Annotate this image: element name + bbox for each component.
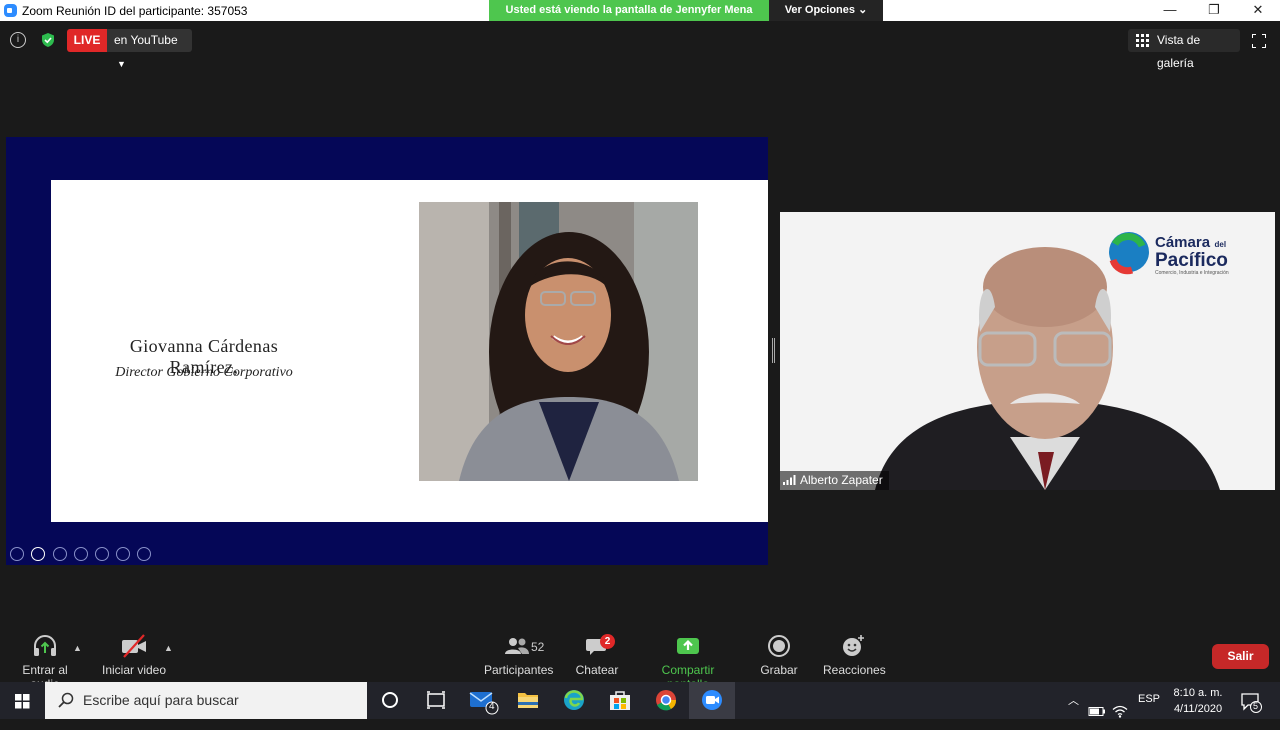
taskbar-clock[interactable]: 8:10 a. m. 4/11/2020: [1168, 685, 1228, 717]
camara-del-pacifico-logo: Cámara del Pacífico Comercio, Industria …: [1155, 234, 1229, 277]
slide-speaker-role: Director Gobierno Corporativo: [115, 365, 293, 380]
speaker-photo: [419, 202, 698, 481]
leave-meeting-button[interactable]: Salir: [1212, 644, 1269, 669]
windows-taskbar: Escribe aquí para buscar 4 ︿ ESP 8:10 a.…: [0, 682, 1280, 719]
wifi-icon[interactable]: [1112, 693, 1128, 730]
screen-share-banner: Usted está viendo la pantalla de Jennyfe…: [489, 0, 769, 21]
file-explorer-icon[interactable]: [505, 682, 551, 719]
meeting-info-icon[interactable]: i: [10, 32, 26, 48]
reactions-label: Reacciones: [823, 663, 886, 677]
live-stream-dropdown[interactable]: en YouTube ▼: [107, 29, 192, 69]
search-icon: [58, 692, 74, 708]
encryption-shield-icon[interactable]: [40, 32, 56, 48]
gallery-view-button[interactable]: Vista de galería: [1128, 29, 1240, 70]
edge-browser-icon[interactable]: [551, 682, 597, 719]
mail-badge-count: 4: [489, 701, 495, 712]
share-screen-icon: [677, 638, 699, 654]
logo-tagline: Comercio, Industria e Integración: [1155, 270, 1229, 276]
slides-icon[interactable]: [74, 547, 88, 561]
audio-options-caret[interactable]: ▲: [73, 643, 82, 653]
fullscreen-icon[interactable]: [1252, 34, 1266, 48]
headphones-icon: [34, 635, 56, 656]
input-language[interactable]: ESP: [1138, 693, 1160, 730]
participant-name-label: Alberto Zapater: [780, 471, 889, 490]
shared-screen: Giovanna Cárdenas Ramírez, Director Gobi…: [6, 137, 768, 565]
grid-icon: [1136, 34, 1149, 47]
start-video-button[interactable]: Iniciar video: [100, 634, 168, 677]
restore-button[interactable]: ❐: [1192, 0, 1236, 21]
show-hidden-icons-chevron[interactable]: ︿: [1068, 692, 1079, 729]
notifications-count: 5: [1253, 701, 1259, 711]
reactions-button[interactable]: Reacciones: [823, 634, 886, 677]
cortana-icon[interactable]: [367, 682, 413, 719]
logo-suffix: del: [1214, 240, 1227, 249]
zoom-app-icon: [4, 4, 17, 17]
participant-name: Alberto Zapater: [800, 473, 883, 487]
logo-line2: Pacífico: [1155, 250, 1228, 271]
start-video-label: Iniciar video: [101, 663, 167, 677]
zoom-taskbar-icon[interactable]: [689, 682, 735, 719]
chat-unread-badge: 2: [600, 634, 615, 649]
minimize-button[interactable]: —: [1148, 0, 1192, 21]
record-icon: [768, 635, 790, 657]
live-badge[interactable]: LIVE: [67, 29, 107, 52]
windows-start-icon[interactable]: [0, 682, 45, 719]
more-options-icon[interactable]: [137, 547, 151, 561]
close-button[interactable]: ✕: [1236, 0, 1280, 21]
next-slide-icon[interactable]: [31, 547, 45, 561]
chevron-down-icon: ⌄: [858, 4, 868, 16]
participant-video-tile[interactable]: Cámara del Pacífico Comercio, Industria …: [780, 212, 1275, 490]
clock-date: 4/11/2020: [1173, 703, 1223, 715]
panel-splitter-handle[interactable]: [772, 338, 775, 363]
video-off-icon: [122, 634, 146, 658]
signal-strength-icon: [783, 475, 796, 485]
video-options-caret[interactable]: ▲: [164, 643, 173, 653]
caret-down-icon: ▼: [117, 59, 126, 69]
zoom-icon[interactable]: [95, 547, 109, 561]
logo-line1: Cámara: [1155, 234, 1211, 251]
record-button[interactable]: Grabar: [759, 634, 799, 677]
participants-icon: [505, 638, 529, 654]
taskbar-search-input[interactable]: Escribe aquí para buscar: [45, 682, 367, 719]
live-target-label: en YouTube: [114, 33, 178, 47]
microsoft-store-icon[interactable]: [597, 682, 643, 719]
view-options-label: Ver Opciones: [784, 4, 856, 16]
smiley-icon: [843, 635, 864, 656]
previous-slide-icon[interactable]: [10, 547, 24, 561]
search-placeholder: Escribe aquí para buscar: [83, 692, 239, 708]
participants-count: 52: [531, 640, 545, 654]
pen-icon[interactable]: [53, 547, 67, 561]
gallery-view-label: Vista de galería: [1157, 33, 1201, 70]
window-title: Zoom Reunión ID del participante: 357053: [22, 4, 248, 18]
record-label: Grabar: [760, 663, 798, 677]
battery-icon[interactable]: [1088, 693, 1106, 730]
subtitles-icon[interactable]: [116, 547, 130, 561]
notifications-icon: [1241, 693, 1262, 713]
mail-app-icon[interactable]: 4: [459, 682, 505, 719]
participants-label: Participantes: [484, 663, 554, 677]
chrome-browser-icon[interactable]: [643, 682, 689, 719]
clock-time: 8:10 a. m.: [1173, 687, 1223, 699]
chat-label: Chatear: [575, 663, 619, 677]
action-center-button[interactable]: 5: [1240, 691, 1262, 713]
task-view-icon[interactable]: [413, 682, 459, 719]
view-options-button[interactable]: Ver Opciones ⌄: [769, 0, 883, 21]
window-titlebar: Zoom Reunión ID del participante: 357053…: [0, 0, 1280, 21]
